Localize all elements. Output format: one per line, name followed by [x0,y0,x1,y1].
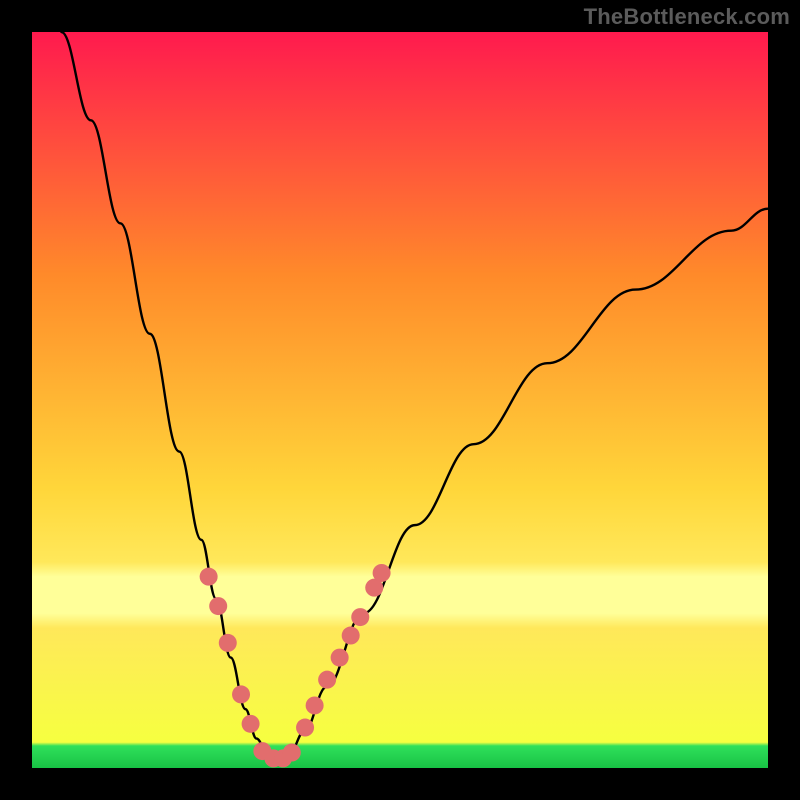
curve-marker [351,608,369,626]
curve-marker [331,649,349,667]
curve-marker [200,568,218,586]
chart-frame: TheBottleneck.com [0,0,800,800]
gradient-background [32,32,768,768]
chart-svg [32,32,768,768]
attribution-text: TheBottleneck.com [584,4,790,30]
curve-marker [342,627,360,645]
curve-marker [219,634,237,652]
curve-marker [318,671,336,689]
curve-marker [373,564,391,582]
curve-marker [283,744,301,762]
curve-marker [306,696,324,714]
curve-marker [209,597,227,615]
curve-marker [242,715,260,733]
plot-area [32,32,768,768]
curve-marker [296,719,314,737]
curve-marker [232,685,250,703]
